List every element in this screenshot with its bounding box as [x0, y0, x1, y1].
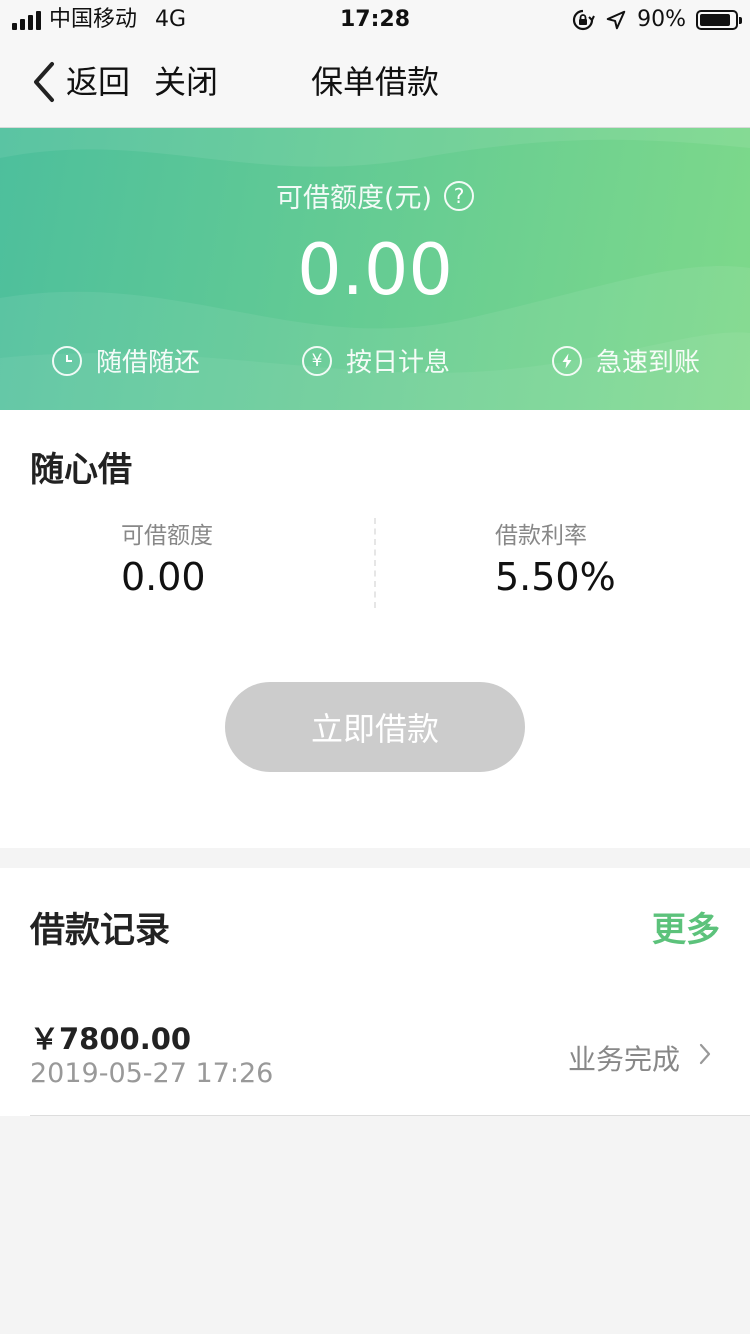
credit-banner: 可借额度(元) ? 0.00 随借随还 ¥ 按日计息 急速到账: [0, 128, 750, 410]
rate-stat-value: 5.50%: [495, 555, 616, 599]
status-right: 90%: [571, 6, 742, 34]
record-divider: [30, 1115, 750, 1116]
record-date: 2019-05-27 17:26: [30, 1058, 274, 1089]
borrow-now-button[interactable]: 立即借款: [225, 682, 525, 772]
feature-label: 随借随还: [96, 348, 201, 378]
feature-list: 随借随还 ¥ 按日计息 急速到账: [0, 342, 750, 382]
feature-item: 急速到账: [552, 342, 700, 379]
feature-label: 急速到账: [596, 348, 701, 378]
rate-stat-label: 借款利率: [495, 523, 587, 549]
credit-stat-value: 0.00: [121, 555, 206, 599]
location-arrow-icon: [606, 10, 626, 30]
loan-card-title: 随心借: [30, 450, 132, 490]
feature-item: 随借随还: [52, 342, 200, 379]
credit-stat-label: 可借额度: [121, 523, 213, 549]
more-link[interactable]: 更多: [652, 902, 720, 951]
loan-records-card: 借款记录 更多 ￥7800.00 2019-05-27 17:26 业务完成: [0, 868, 750, 1116]
question-icon[interactable]: ?: [444, 180, 475, 211]
stat-divider: [374, 518, 376, 608]
feature-label: 按日计息: [346, 348, 451, 378]
record-row[interactable]: ￥7800.00 2019-05-27 17:26 业务完成: [0, 1008, 750, 1116]
nav-bar: 返回 关闭 保单借款: [0, 40, 750, 128]
record-status: 业务完成: [567, 1043, 680, 1076]
status-bar: 中国移动 4G 17:28 90%: [0, 0, 750, 40]
feature-item: ¥ 按日计息: [302, 342, 450, 379]
records-title: 借款记录: [30, 911, 171, 951]
record-amount: ￥7800.00: [30, 1022, 192, 1056]
clock-icon: [52, 345, 82, 376]
credit-label-row: 可借额度(元) ?: [0, 176, 750, 215]
page-title: 保单借款: [310, 63, 439, 101]
battery-fill: [700, 14, 731, 26]
battery-percent: 90%: [637, 7, 686, 32]
rate-stat: 借款利率 5.50%: [495, 520, 616, 600]
chevron-right-icon: [699, 1043, 711, 1065]
loan-card: 随心借 可借额度 0.00 借款利率 5.50% 立即借款: [0, 410, 750, 848]
credit-label: 可借额度(元): [275, 183, 433, 214]
credit-amount: 0.00: [297, 229, 453, 311]
credit-stat: 可借额度 0.00: [121, 520, 213, 600]
orientation-lock-icon: [573, 9, 595, 31]
yen-icon: ¥: [302, 345, 332, 376]
lightning-icon: [552, 345, 582, 376]
battery-icon: [696, 10, 742, 30]
